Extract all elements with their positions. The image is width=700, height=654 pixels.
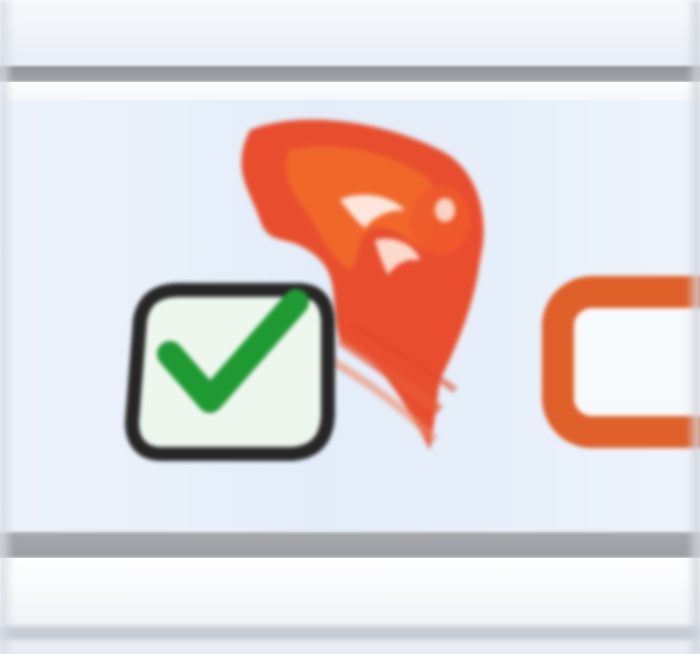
checked-checkbox-icon [125, 283, 335, 461]
bottom-divider [0, 532, 700, 558]
zoomed-toolbar-view [0, 0, 700, 654]
orange-frame-icon[interactable] [540, 270, 700, 450]
top-strip [0, 0, 700, 66]
left-edge [0, 0, 14, 654]
right-edge [686, 0, 700, 654]
top-highlight [0, 82, 700, 100]
bottom-edge [0, 626, 700, 640]
top-divider [0, 66, 700, 82]
